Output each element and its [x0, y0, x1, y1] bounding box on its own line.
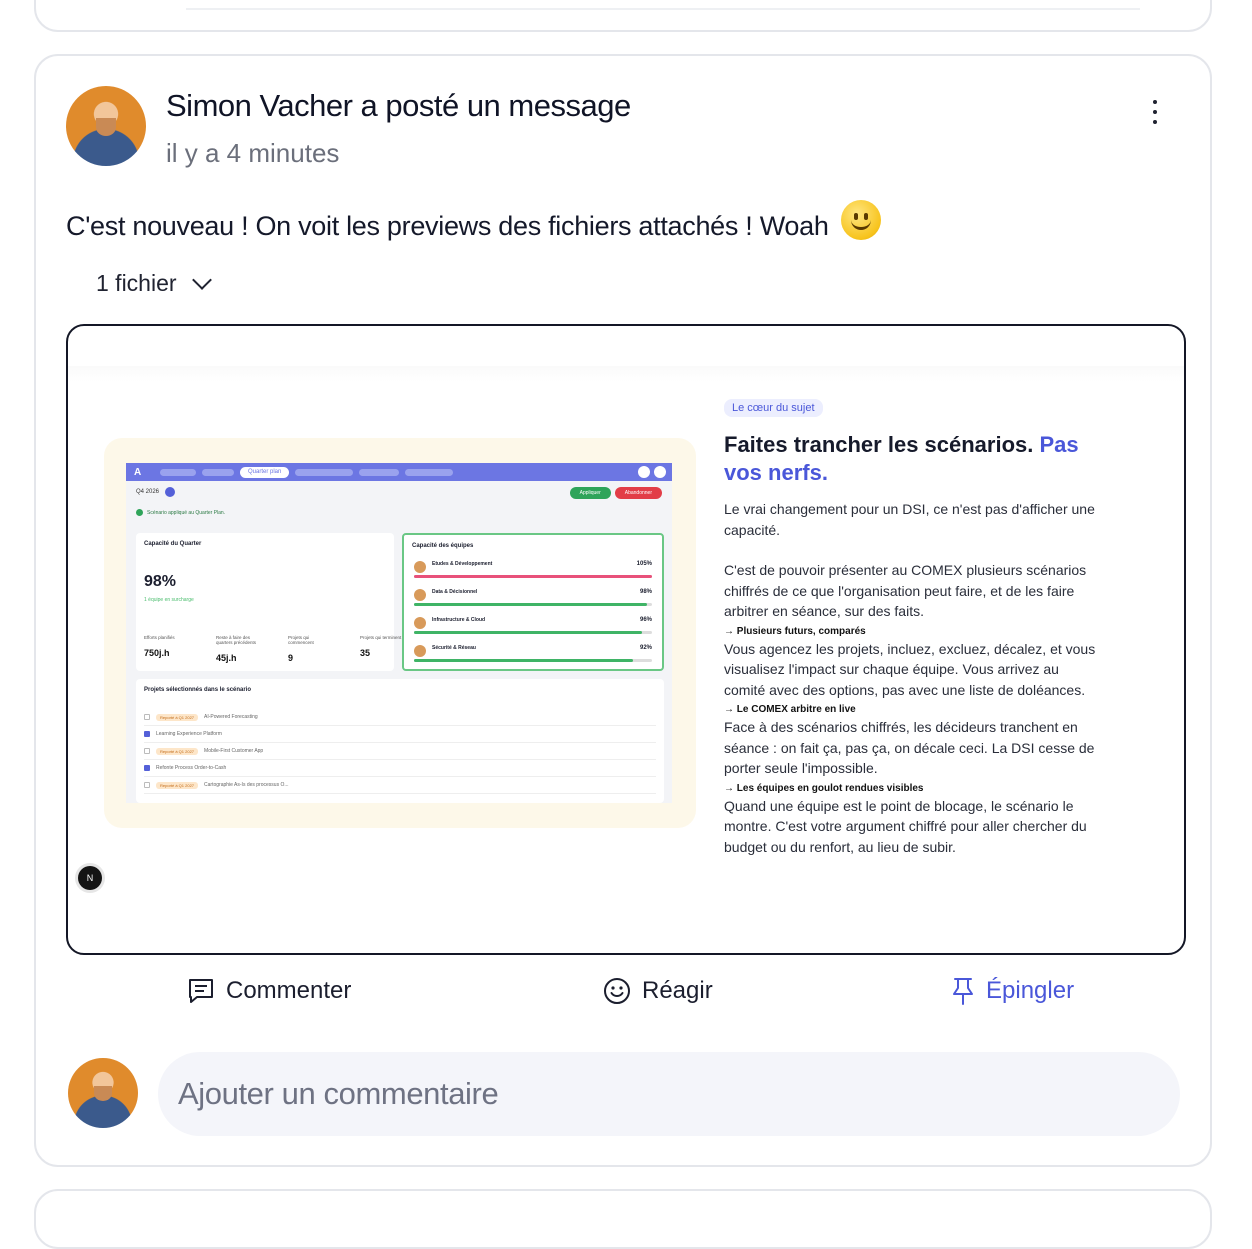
preview-section-body: Vous agencez les projets, incluez, exclu…	[724, 640, 1096, 698]
pin-button[interactable]: Épingler	[950, 976, 1074, 1006]
react-label: Réagir	[642, 977, 713, 1004]
mock-projects-title: Projets sélectionnés dans le scénario	[144, 687, 252, 693]
n-badge[interactable]: N	[78, 866, 102, 890]
preview-badge: Le cœur du sujet	[724, 399, 823, 417]
preview-section-body: Quand une équipe est le point de blocage…	[724, 797, 1087, 855]
mock-stat: Reste à faire des quarters précédents 45j…	[216, 635, 257, 663]
post-timestamp: il y a 4 minutes	[166, 138, 340, 168]
mock-project-row: Learning Experience Platform	[144, 726, 656, 743]
slightly-smiling-face-icon	[840, 200, 881, 240]
post-message: C'est nouveau ! On voit les previews des…	[66, 200, 881, 246]
mock-project-row: Reporté à Q1 2027 Cartographie As-Is des …	[144, 777, 656, 794]
preview-section-title: → Plusieurs futurs, comparés	[724, 625, 866, 637]
more-options-icon[interactable]	[1140, 94, 1170, 130]
mock-project-row: Refonte Process Order-to-Cash	[144, 760, 656, 777]
preview-text: Le cœur du sujet Faites trancher les scé…	[724, 398, 1096, 857]
mock-capacity-note: 1 équipe en surcharge	[144, 597, 194, 603]
next-post-card	[34, 1189, 1212, 1249]
comment-input[interactable]	[158, 1052, 1180, 1136]
comment-button[interactable]: Commenter	[186, 976, 351, 1006]
mock-alert: Scénario appliqué au Quarter Plan.	[147, 509, 226, 516]
mock-team-row: Data & Décisionnel 98%	[412, 589, 656, 609]
author-avatar[interactable]	[66, 86, 146, 166]
post-message-text: C'est nouveau ! On voit les previews des…	[66, 210, 829, 241]
post-card: Simon Vacher a posté un message il y a 4…	[34, 54, 1212, 1167]
pin-label: Épingler	[986, 977, 1075, 1004]
comment-label: Commenter	[226, 977, 352, 1004]
preview-section-title: → Les équipes en goulot rendues visibles	[724, 782, 924, 794]
preview-headline: Faites trancher les scénarios. Pas vos n…	[724, 431, 1096, 487]
preview-section-title: → Le COMEX arbitre en live	[724, 704, 856, 715]
react-button[interactable]: Réagir	[602, 976, 713, 1006]
mock-team-row: Etudes & Développement 105%	[412, 561, 656, 581]
app-logo-icon: A	[134, 466, 142, 478]
mock-team-row: Sécurité & Réseau 92%	[412, 645, 656, 665]
mock-project-row: Reporté à Q1 2027 AI-Powered Forecasting	[144, 709, 656, 726]
preview-app-mockup: A Quarter plan Q4 2026 Appliquer Abandonn…	[104, 438, 696, 828]
mock-stat: Efforts planifiés 750j.h	[144, 635, 175, 658]
mock-capacity-title: Capacité du Quarter	[144, 541, 202, 547]
file-preview[interactable]: A Quarter plan Q4 2026 Appliquer Abandonn…	[66, 324, 1186, 955]
mock-capacity-value: 98%	[144, 573, 177, 590]
pin-icon	[953, 978, 973, 1005]
mock-quarter: Q4 2026	[136, 489, 160, 495]
attachments-toggle[interactable]: 1 fichier	[96, 269, 212, 297]
preview-intro: Le vrai changement pour un DSI, ce n'est…	[724, 501, 1095, 538]
post-actions: Commenter Réagir Épingler	[36, 976, 1210, 1016]
smile-icon	[604, 978, 630, 1004]
mock-abandon: Abandonner	[614, 487, 662, 499]
preview-intro2: C'est de pouvoir présenter au COMEX plus…	[724, 562, 1087, 619]
mock-project-row: Reporté à Q1 2027 Mobile-First Customer A…	[144, 743, 656, 760]
post-title: Simon Vacher a posté un message	[166, 88, 631, 123]
mock-teams-title: Capacité des équipes	[412, 543, 474, 549]
chevron-down-icon	[191, 269, 212, 290]
previous-post-card	[34, 0, 1212, 32]
mock-stat: Projets qui terminent 35	[360, 635, 402, 658]
mock-team-row: Infrastructure & Cloud 96%	[412, 617, 656, 637]
preview-headline-main: Faites trancher les scénarios.	[724, 432, 1034, 457]
mock-stat: Projets qui commencent 9	[288, 635, 314, 663]
mock-nav-active: Quarter plan	[240, 466, 290, 478]
preview-section-body: Face à des scénarios chiffrés, les décid…	[724, 719, 1095, 776]
current-user-avatar	[68, 1058, 138, 1128]
comment-icon	[189, 979, 213, 1003]
mock-apply: Appliquer	[569, 487, 611, 499]
attachments-count: 1 fichier	[96, 270, 177, 296]
